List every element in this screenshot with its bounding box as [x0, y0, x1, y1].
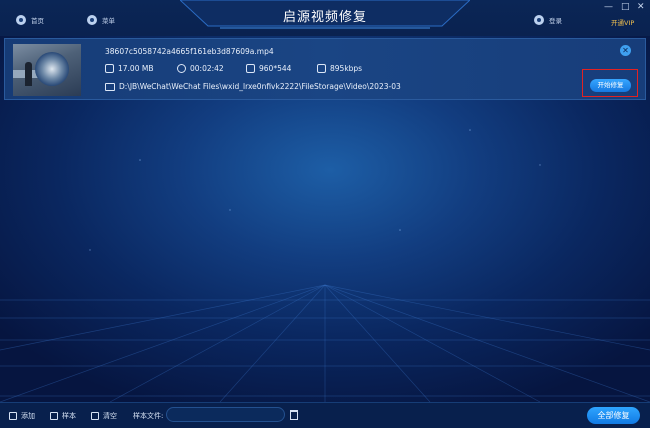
clear-label: 清空	[103, 412, 117, 420]
remove-file-button[interactable]: ✕	[620, 45, 631, 56]
file-resolution-value: 960*544	[259, 64, 292, 73]
resolution-icon	[246, 64, 255, 73]
file-bitrate-value: 895kbps	[330, 64, 363, 73]
sample-button[interactable]: 样本	[50, 411, 76, 421]
clear-button[interactable]: 清空	[91, 411, 117, 421]
file-size-value: 17.00 MB	[118, 64, 154, 73]
file-path: D:\JB\WeChat\WeChat Files\wxid_lrxe0nfiv…	[105, 82, 401, 91]
clock-icon	[177, 64, 186, 73]
file-bitrate: 895kbps	[317, 64, 362, 73]
add-label: 添加	[21, 412, 35, 420]
user-icon	[534, 15, 544, 25]
start-repair-button[interactable]: 开始修复	[590, 79, 631, 92]
menu-icon	[87, 15, 97, 25]
sample-label: 样本	[62, 412, 76, 420]
add-button[interactable]: 添加	[9, 411, 35, 421]
nav-home-label: 首页	[31, 17, 44, 25]
maximize-button[interactable]: □	[621, 2, 630, 12]
trash-icon[interactable]	[290, 410, 298, 420]
file-icon	[105, 64, 114, 73]
file-path-value: D:\JB\WeChat\WeChat Files\wxid_lrxe0nfiv…	[119, 82, 401, 91]
vip-link[interactable]: 开通VIP	[611, 17, 634, 27]
minimize-button[interactable]: —	[604, 2, 613, 12]
file-size: 17.00 MB	[105, 64, 153, 73]
nav-menu[interactable]: 菜单	[87, 13, 115, 27]
file-resolution: 960*544	[246, 64, 291, 73]
title-bar: 启源视频修复 首页 菜单 登录 — □ ✕ 开通VIP	[0, 0, 650, 36]
nav-menu-label: 菜单	[102, 17, 115, 25]
login-button[interactable]: 登录	[534, 13, 562, 27]
video-camera-icon	[317, 64, 326, 73]
close-window-button[interactable]: ✕	[637, 2, 645, 12]
file-duration: 00:02:42	[177, 64, 224, 73]
file-duration-value: 00:02:42	[190, 64, 224, 73]
sample-icon	[50, 412, 58, 420]
repair-all-button[interactable]: 全部修复	[587, 407, 640, 424]
app-window: 启源视频修复 首页 菜单 登录 — □ ✕ 开通VIP 38607c505874…	[0, 0, 650, 428]
file-card: 38607c5058742a4665f161eb3d87609a.mp4 17.…	[4, 38, 646, 100]
file-name: 38607c5058742a4665f161eb3d87609a.mp4	[105, 47, 274, 56]
video-thumbnail	[13, 44, 81, 96]
add-icon	[9, 412, 17, 420]
nav-home[interactable]: 首页	[16, 13, 44, 27]
clear-icon	[91, 412, 99, 420]
home-icon	[16, 15, 26, 25]
folder-icon	[105, 82, 115, 91]
sample-file-input[interactable]	[166, 407, 285, 422]
login-label: 登录	[549, 17, 562, 25]
sample-file-label: 样本文件:	[133, 412, 164, 420]
bottom-toolbar: 添加 样本 清空 样本文件:	[0, 402, 650, 428]
